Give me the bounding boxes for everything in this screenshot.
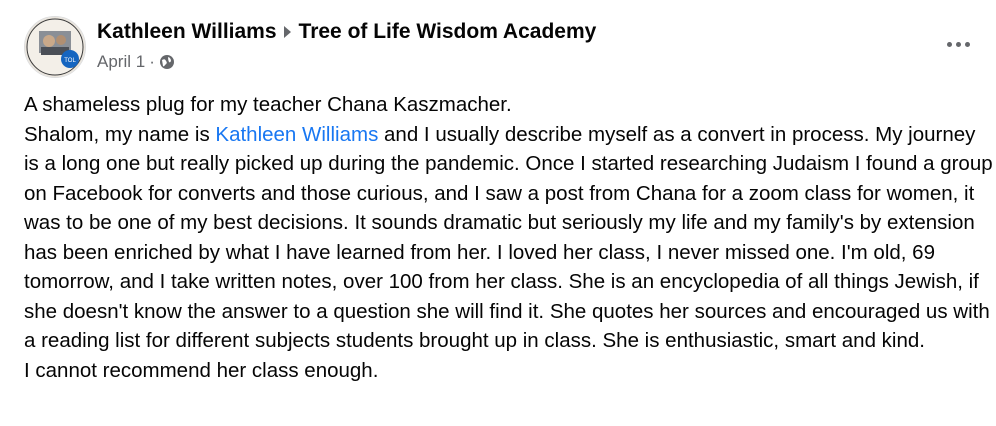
post-body: A shameless plug for my teacher Chana Ka… (24, 90, 994, 385)
mention-link[interactable]: Kathleen Williams (215, 123, 378, 146)
svg-text:TOL: TOL (64, 58, 76, 64)
post-header-text: Kathleen Williams Tree of Life Wisdom Ac… (97, 18, 596, 72)
more-dot (964, 41, 970, 47)
more-options-icon (946, 41, 952, 47)
meta-separator: · (149, 52, 155, 71)
post-date[interactable]: April 1 (97, 52, 145, 72)
post-meta: April 1 · (97, 52, 596, 72)
group-name[interactable]: Tree of Life Wisdom Academy (299, 18, 597, 46)
post-closing: I cannot recommend her class enough. (24, 358, 379, 382)
paragraph-intro: Shalom, my name is (24, 122, 216, 146)
globe-icon (159, 55, 174, 69)
author-group-line: Kathleen Williams Tree of Life Wisdom Ac… (97, 18, 596, 46)
avatar-image: TOL (25, 17, 85, 77)
post-header: TOL Kathleen Williams Tree of Life Wisdo… (24, 14, 984, 78)
caret-right-icon (283, 26, 291, 38)
more-dot (955, 41, 961, 47)
paragraph-rest: and I usually describe myself as a conve… (24, 122, 993, 353)
more-options-button[interactable] (940, 32, 976, 56)
post-paragraph: Shalom, my name is Kathleen Williams and… (24, 120, 994, 356)
post-line-1: A shameless plug for my teacher Chana Ka… (24, 93, 512, 116)
author-name[interactable]: Kathleen Williams (97, 18, 277, 46)
avatar[interactable]: TOL (24, 16, 86, 78)
